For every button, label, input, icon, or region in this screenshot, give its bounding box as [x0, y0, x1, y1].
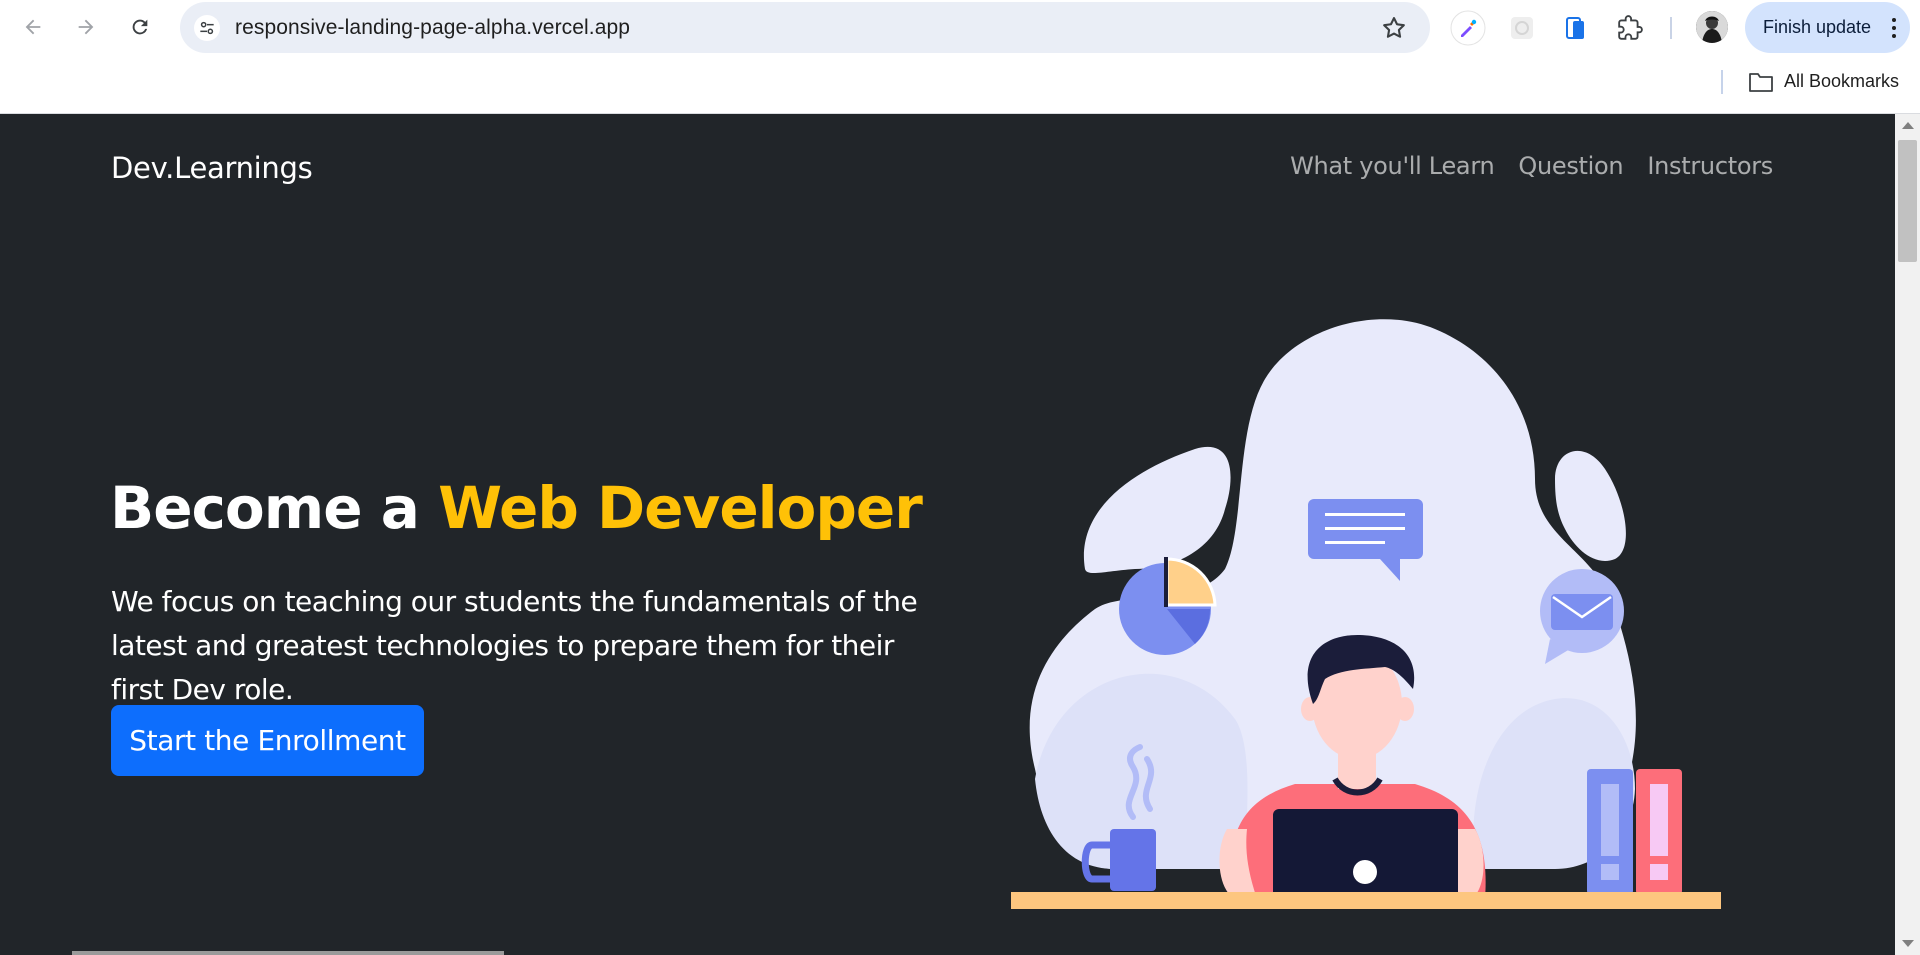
arrow-right-icon	[78, 19, 94, 35]
nav-link-what-youll-learn[interactable]: What you'll Learn	[1290, 152, 1495, 180]
arrow-left-icon	[25, 19, 41, 35]
navbar-brand[interactable]: Dev.Learnings	[111, 151, 313, 185]
start-enrollment-button[interactable]: Start the Enrollment	[111, 705, 424, 776]
developer-illustration	[1011, 319, 1721, 909]
scroll-thumb[interactable]	[1898, 140, 1917, 262]
reload-icon	[132, 19, 148, 35]
desk	[1011, 892, 1721, 909]
left-blob	[1083, 446, 1231, 574]
color-picker-extension-icon[interactable]	[1450, 10, 1486, 46]
forward-button[interactable]	[67, 8, 105, 46]
extensions-puzzle-icon[interactable]	[1612, 10, 1648, 46]
hero-lead: We focus on teaching our students the fu…	[111, 585, 918, 706]
profile-avatar[interactable]	[1696, 11, 1728, 43]
folder-icon[interactable]	[1748, 70, 1774, 94]
vertical-scrollbar[interactable]	[1895, 114, 1920, 955]
hero-title-accent: Web Developer	[438, 474, 923, 542]
finish-update-label: Finish update	[1763, 17, 1872, 37]
horizontal-scroll-indicator	[72, 951, 504, 955]
hero-title: Become a Web Developer	[110, 474, 923, 542]
site-settings-icon[interactable]	[194, 15, 220, 41]
hero-title-prefix: Become a	[110, 474, 439, 542]
nav-link-question[interactable]: Question	[1518, 152, 1623, 180]
page-viewport: Dev.Learnings What you'll Learn Question…	[0, 114, 1895, 955]
all-bookmarks-link[interactable]: All Bookmarks	[1784, 71, 1899, 92]
bookmarks-bar: All Bookmarks	[0, 56, 1920, 114]
bookmarks-divider	[1721, 70, 1723, 94]
reload-button[interactable]	[121, 8, 159, 46]
navbar-links: What you'll Learn Question Instructors	[1290, 152, 1773, 180]
bookmark-star-icon[interactable]	[1380, 14, 1408, 42]
finish-update-button[interactable]: Finish update	[1745, 2, 1910, 53]
back-button[interactable]	[14, 8, 52, 46]
nav-link-instructors[interactable]: Instructors	[1647, 152, 1773, 180]
scroll-down-arrow-icon[interactable]	[1902, 940, 1914, 947]
kebab-menu-icon	[1892, 18, 1896, 38]
device-mode-extension-icon[interactable]	[1558, 10, 1594, 46]
address-bar[interactable]: responsive-landing-page-alpha.vercel.app	[180, 2, 1430, 53]
scroll-up-arrow-icon[interactable]	[1902, 122, 1914, 129]
toolbar-divider	[1670, 17, 1672, 39]
url-text[interactable]: responsive-landing-page-alpha.vercel.app	[235, 16, 630, 40]
browser-toolbar: responsive-landing-page-alpha.vercel.app…	[0, 0, 1920, 56]
extension-icon-faded[interactable]	[1504, 10, 1540, 46]
